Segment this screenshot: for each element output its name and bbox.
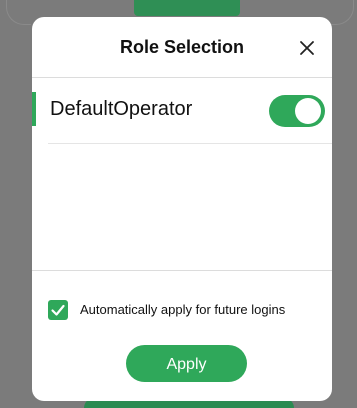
background-button-top (134, 0, 240, 16)
dialog-title: Role Selection (119, 37, 245, 57)
toggle-knob (295, 98, 321, 124)
role-list-item[interactable]: DefaultOperator (32, 92, 332, 144)
background-card-edge-left (6, 0, 31, 25)
role-selection-dialog: Role Selection DefaultOperator Automatic… (32, 17, 332, 401)
selected-indicator (32, 92, 36, 126)
role-toggle[interactable] (269, 95, 325, 127)
dialog-header: Role Selection (32, 17, 332, 78)
role-label: DefaultOperator (50, 98, 193, 120)
close-button[interactable] (294, 35, 320, 61)
apply-button[interactable]: Apply (126, 345, 247, 382)
footer-divider (32, 270, 332, 271)
checkmark-icon (51, 304, 65, 316)
background-card-edge-right (329, 0, 354, 25)
list-divider (48, 143, 332, 144)
auto-apply-option[interactable]: Automatically apply for future logins (48, 300, 332, 322)
auto-apply-label: Automatically apply for future logins (80, 302, 286, 317)
close-icon (300, 41, 314, 55)
auto-apply-checkbox[interactable] (48, 300, 68, 320)
